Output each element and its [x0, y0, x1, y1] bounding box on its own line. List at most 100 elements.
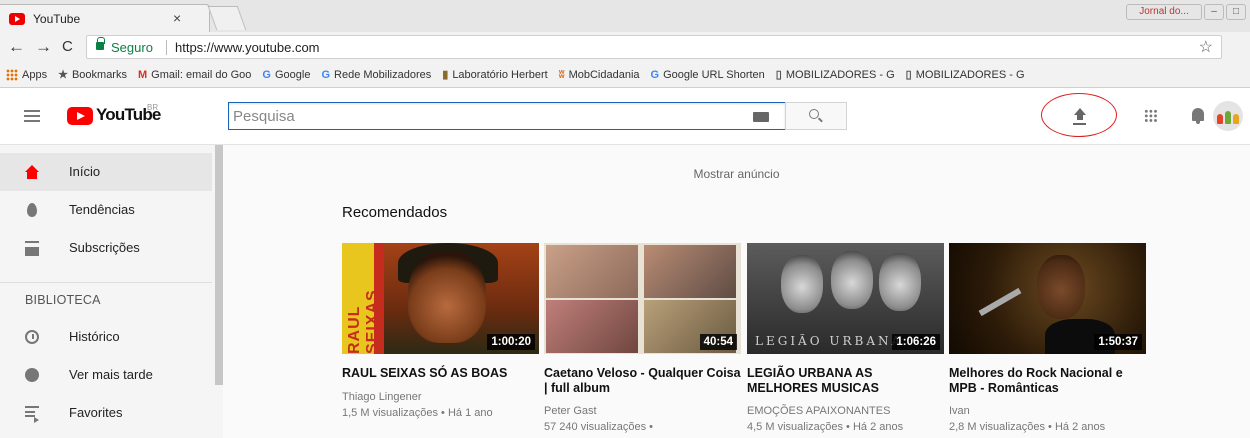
bookmark-label: Laboratório Herbert	[452, 68, 548, 81]
upload-icon[interactable]	[1073, 108, 1087, 124]
keyboard-icon[interactable]	[753, 112, 769, 122]
video-duration: 1:50:37	[1094, 334, 1142, 350]
reload-icon[interactable]: C	[62, 38, 73, 55]
youtube-logo-icon[interactable]	[67, 107, 93, 125]
subscriptions-icon	[25, 241, 39, 256]
lock-icon	[96, 37, 105, 50]
video-card[interactable]: 1:50:37 Melhores do Rock Nacional e MPB …	[949, 243, 1146, 433]
bookmark-item[interactable]: G Google URL Shorten	[651, 69, 765, 81]
url-text[interactable]: https://www.youtube.com	[175, 40, 320, 55]
window-controls: Jornal do... – □	[1126, 4, 1246, 20]
search-box	[228, 102, 786, 130]
thumbnail-text: RAUL SEIXAS	[346, 289, 381, 354]
video-card[interactable]: 40:54 Caetano Veloso - Qualquer Coisa | …	[544, 243, 741, 433]
sidebar-item-subscricoes[interactable]: Subscrições	[0, 229, 212, 267]
bookmark-item[interactable]: ʬ MobCidadania	[559, 69, 640, 81]
sidebar-item-inicio[interactable]: Início	[0, 153, 212, 191]
sidebar-item-label: Subscrições	[69, 240, 140, 255]
search-input[interactable]	[231, 105, 741, 127]
bookmark-label: MOBILIZADORES - G	[915, 68, 1025, 81]
bookmark-item[interactable]: M Gmail: email do Goo	[138, 69, 251, 81]
sidebar-divider	[0, 282, 212, 283]
minimize-icon[interactable]: –	[1204, 4, 1224, 20]
bookmark-star-icon[interactable]: ☆	[1199, 37, 1213, 57]
bookmark-item[interactable]: ▮ Laboratório Herbert	[442, 68, 548, 82]
video-title[interactable]: Caetano Veloso - Qualquer Coisa | full a…	[544, 366, 741, 396]
sidebar-item-tendencias[interactable]: Tendências	[0, 191, 212, 229]
bookmark-label: Rede Mobilizadores	[334, 68, 432, 81]
maximize-icon[interactable]: □	[1226, 4, 1246, 20]
sidebar-item-favorites[interactable]: Favorites	[0, 394, 212, 432]
bookmark-label: Apps	[22, 68, 48, 81]
notifications-bell-icon[interactable]	[1192, 108, 1204, 124]
youtube-masthead: YouTube BR	[0, 89, 1250, 145]
thumbnail-text: LEGIÃO URBANA	[755, 334, 904, 348]
bookmark-label: Google	[274, 68, 311, 81]
sidebar-item-historico[interactable]: Histórico	[0, 318, 212, 356]
playlist-icon	[25, 406, 39, 423]
bookmark-item[interactable]: ▯ MOBILIZADORES - G	[905, 68, 1025, 82]
video-meta: 4,5 M visualizações • Há 2 anos	[747, 421, 904, 433]
address-toolbar: ← → C Seguro https://www.youtube.com ☆	[0, 32, 1250, 62]
country-code: BR	[147, 103, 159, 112]
video-card[interactable]: LEGIÃO URBANA 1:06:26 LEGIÃO URBANA AS M…	[747, 243, 944, 433]
bookmarks-bar: Apps ★ Bookmarks M Gmail: email do Goo G Googl…	[0, 62, 1250, 88]
tab-title: YouTube	[33, 12, 81, 26]
bookmark-item[interactable]: ▯ MOBILIZADORES - G	[775, 68, 895, 82]
menu-icon[interactable]	[24, 110, 40, 122]
bookmark-favicon-icon: ▯	[905, 69, 912, 81]
watch-later-icon	[25, 368, 39, 382]
video-title[interactable]: LEGIÃO URBANA AS MELHORES MUSICAS	[747, 366, 944, 396]
video-meta: 2,8 M visualizações • Há 2 anos	[949, 421, 1106, 433]
bookmark-favicon-icon: ʬ	[558, 68, 565, 81]
upload-icon-base	[1073, 123, 1086, 125]
video-channel[interactable]: Peter Gast	[544, 405, 741, 417]
video-thumbnail[interactable]: RAUL SEIXAS 1:00:20	[342, 243, 539, 354]
video-channel[interactable]: Ivan	[949, 405, 1146, 417]
apps-grid-icon[interactable]	[1144, 109, 1158, 123]
sidebar-scrollbar[interactable]	[215, 145, 223, 385]
apps-grid-icon	[6, 68, 18, 81]
video-title[interactable]: RAUL SEIXAS SÓ AS BOAS	[342, 366, 539, 381]
search-button[interactable]	[785, 102, 847, 130]
video-thumbnail[interactable]: LEGIÃO URBANA 1:06:26	[747, 243, 944, 354]
bookmark-item[interactable]: G Rede Mobilizadores	[321, 69, 431, 81]
forward-icon[interactable]: →	[35, 37, 52, 57]
video-thumbnail[interactable]: 1:50:37	[949, 243, 1146, 354]
video-channel[interactable]: Thiago Lingener	[342, 391, 539, 403]
video-meta: 1,5 M visualizações • Há 1 ano	[342, 407, 493, 419]
tab-close-icon[interactable]: ×	[173, 10, 181, 26]
video-card[interactable]: RAUL SEIXAS 1:00:20 RAUL SEIXAS SÓ AS BO…	[342, 243, 539, 419]
show-ad-link[interactable]: Mostrar anúncio	[223, 167, 1250, 181]
main-content: Mostrar anúncio Recomendados RAUL SEIXAS…	[223, 145, 1250, 438]
video-thumbnail[interactable]: 40:54	[544, 243, 741, 354]
browser-tab-youtube[interactable]: YouTube ×	[0, 4, 210, 32]
new-tab-button[interactable]	[207, 6, 247, 30]
video-duration: 1:00:20	[487, 334, 535, 350]
avatar[interactable]	[1213, 101, 1243, 131]
bookmark-item[interactable]: ★ Bookmarks	[58, 68, 127, 82]
video-channel[interactable]: EMOÇÕES APAIXONANTES	[747, 405, 944, 417]
search-icon	[809, 109, 819, 119]
bookmark-label: MOBILIZADORES - G	[785, 68, 895, 81]
history-icon	[25, 330, 39, 344]
sidebar-item-ver-mais-tarde[interactable]: Ver mais tarde	[0, 356, 212, 394]
sidebar-item-label: Início	[69, 164, 101, 179]
bookmark-item[interactable]: Apps	[6, 68, 48, 81]
back-icon[interactable]: ←	[8, 37, 25, 57]
bookmark-favicon-icon: ▯	[775, 69, 782, 81]
url-divider	[166, 40, 167, 55]
video-title[interactable]: Melhores do Rock Nacional e MPB - Românt…	[949, 366, 1146, 396]
browser-tab-strip: YouTube × Jornal do... – □	[0, 0, 1250, 32]
bookmark-label: Gmail: email do Goo	[151, 68, 252, 81]
section-title: Recomendados	[342, 204, 448, 221]
home-icon	[25, 165, 39, 179]
sidebar-item-label: Favorites	[69, 405, 123, 420]
url-bar[interactable]: Seguro https://www.youtube.com ☆	[86, 35, 1222, 59]
bookmark-item[interactable]: G Google	[262, 69, 310, 81]
video-duration: 1:06:26	[892, 334, 940, 350]
sidebar-item-label: Ver mais tarde	[69, 367, 153, 382]
profile-button[interactable]: Jornal do...	[1126, 4, 1202, 20]
secure-label: Seguro	[111, 40, 153, 55]
bookmark-favicon-icon: ★	[58, 69, 68, 81]
